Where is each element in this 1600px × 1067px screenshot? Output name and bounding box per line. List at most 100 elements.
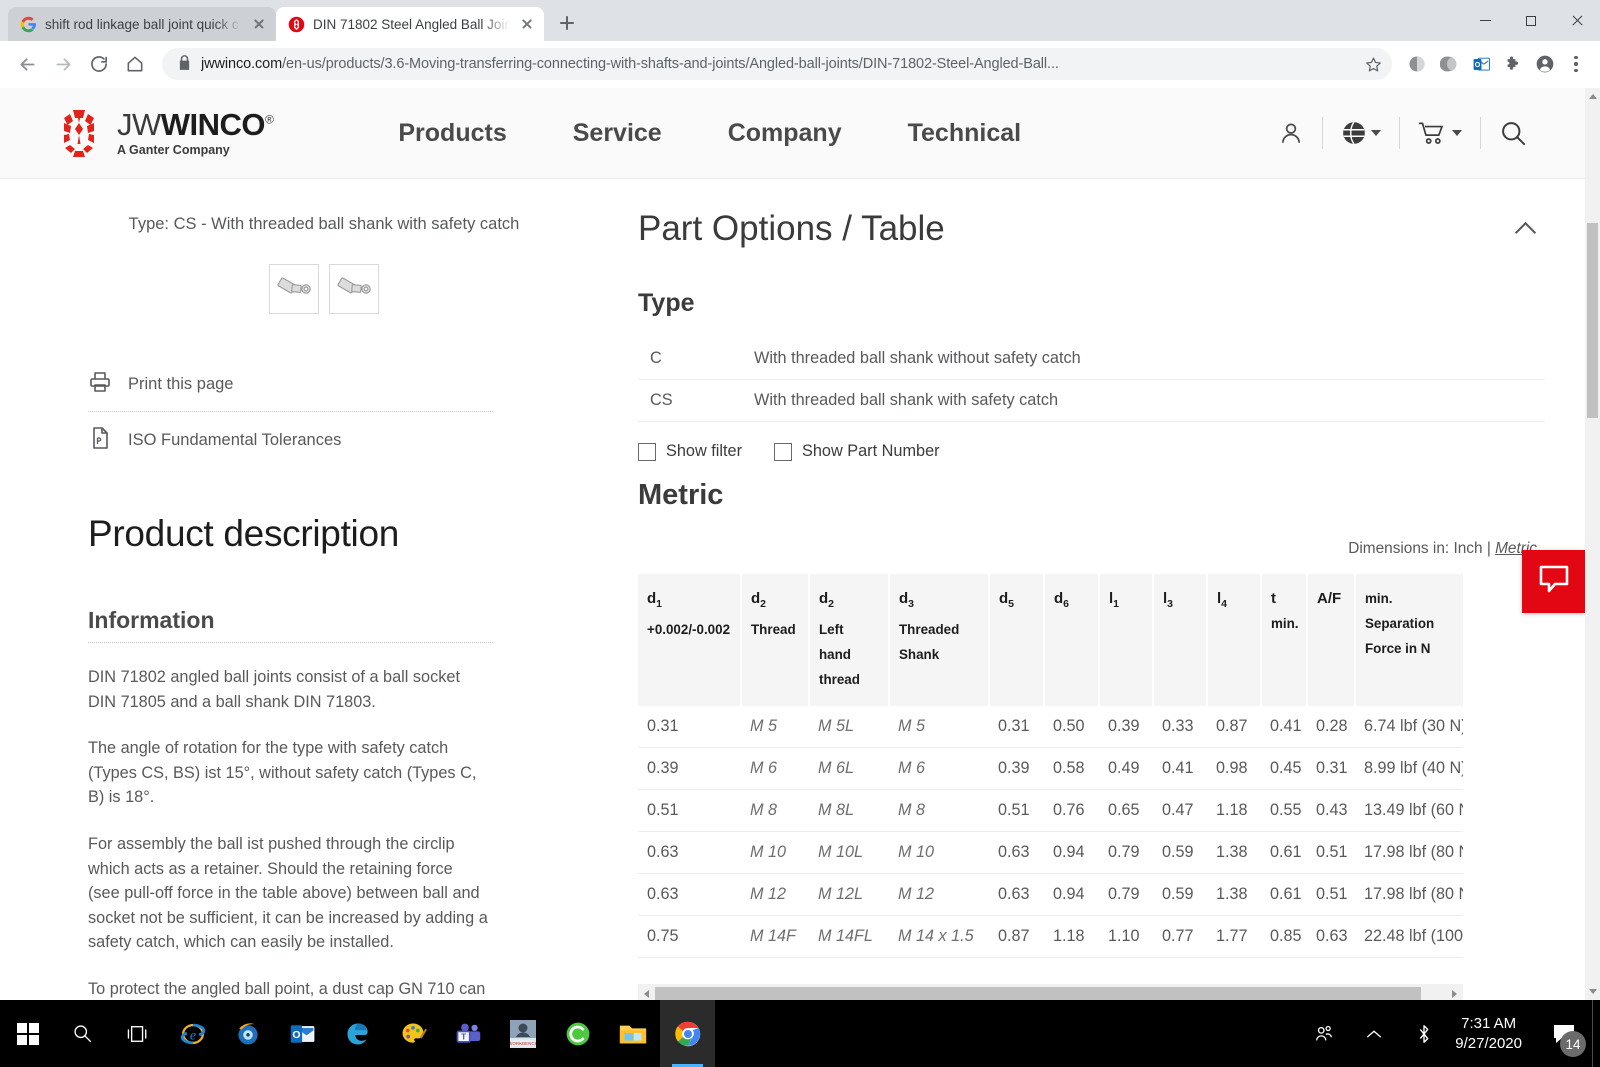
ball-joint-thumb-1[interactable] xyxy=(269,264,319,314)
task-view-icon[interactable] xyxy=(110,1000,165,1067)
table-column-header: tmin. xyxy=(1261,574,1307,706)
address-bar[interactable]: jwwinco.com/en-us/products/3.6-Moving-tr… xyxy=(162,48,1392,80)
scrollbar-thumb[interactable] xyxy=(655,987,1421,1001)
type-code: CS xyxy=(638,391,754,410)
back-arrow-icon[interactable] xyxy=(10,47,44,81)
header-symbol: d1 xyxy=(647,590,662,607)
scroll-left-arrow-icon[interactable] xyxy=(638,984,655,1000)
svg-text:O: O xyxy=(292,1028,300,1040)
ball-joint-thumb-2[interactable] xyxy=(329,264,379,314)
jwwinco-logo-text: JWWINCO® A Ganter Company xyxy=(117,109,273,157)
nav-item-service[interactable]: Service xyxy=(540,119,695,148)
file-explorer-icon[interactable] xyxy=(605,1000,660,1067)
show-hidden-icons-icon[interactable] xyxy=(1349,1000,1399,1067)
table-cell: 6.74 lbf (30 N) xyxy=(1355,706,1463,748)
home-icon[interactable] xyxy=(118,47,152,81)
cart-icon[interactable] xyxy=(1399,117,1480,149)
app-icon[interactable]: WORKBENCH xyxy=(495,1000,550,1067)
globe-icon[interactable] xyxy=(1322,117,1399,149)
page-scrollbar[interactable] xyxy=(1585,88,1600,1000)
nav-item-technical[interactable]: Technical xyxy=(875,119,1054,148)
show-filter-label: Show filter xyxy=(666,442,742,461)
close-icon[interactable] xyxy=(250,15,268,33)
show-part-number-checkbox[interactable] xyxy=(774,443,792,461)
people-icon[interactable] xyxy=(1299,1000,1349,1067)
teams-icon[interactable]: T xyxy=(440,1000,495,1067)
header-subtext: min. xyxy=(1365,586,1463,611)
puzzle-icon[interactable] xyxy=(1498,49,1528,79)
close-icon[interactable] xyxy=(518,15,536,33)
show-filter-checkbox[interactable] xyxy=(638,443,656,461)
header-subtext: +0.002/-0.002 xyxy=(647,617,731,642)
web-page: JWWINCO® A Ganter Company Products Servi… xyxy=(0,88,1585,1000)
minimize-button[interactable] xyxy=(1462,0,1508,41)
reload-icon[interactable] xyxy=(82,47,116,81)
browser-tab-1[interactable]: shift rod linkage ball joint quick c xyxy=(8,7,276,41)
windows-start-icon[interactable] xyxy=(0,1000,55,1067)
browser-tab-2[interactable]: DIN 71802 Steel Angled Ball Join xyxy=(276,7,544,41)
header-symbol: d6 xyxy=(1054,590,1069,607)
page-content: Type: CS - With threaded ball shank with… xyxy=(0,179,1585,1000)
table-column-header: d2Left handthread xyxy=(809,574,889,706)
chrome-icon[interactable] xyxy=(660,1000,715,1067)
scroll-up-arrow-icon[interactable] xyxy=(1585,88,1600,105)
chat-widget-button[interactable] xyxy=(1522,550,1585,613)
account-icon[interactable] xyxy=(1530,49,1560,79)
table-cell: 0.41 xyxy=(1153,748,1207,790)
scroll-right-arrow-icon[interactable] xyxy=(1446,984,1463,1000)
left-column: Type: CS - With threaded ball shank with… xyxy=(0,179,620,1000)
table-cell: 0.87 xyxy=(1207,706,1261,748)
profile-circle-icon[interactable] xyxy=(1402,49,1432,79)
c-app-icon[interactable] xyxy=(550,1000,605,1067)
table-cell: 1.38 xyxy=(1207,874,1261,916)
outlook-icon[interactable]: O xyxy=(275,1000,330,1067)
iso-tolerances-link[interactable]: ISO Fundamental Tolerances xyxy=(88,412,560,467)
header-symbol: d2 xyxy=(751,590,766,607)
kebab-menu-icon[interactable] xyxy=(1562,47,1590,81)
chevron-up-icon[interactable] xyxy=(1515,218,1537,240)
table-cell: 0.85 xyxy=(1261,916,1307,958)
jwwinco-icon xyxy=(288,16,305,33)
product-description-heading: Product description xyxy=(88,513,560,555)
dimensions-note: Dimensions in: Inch | Metric xyxy=(638,540,1545,558)
bluetooth-icon[interactable] xyxy=(1399,1000,1449,1067)
notification-icon[interactable]: 14 xyxy=(1536,1000,1592,1067)
table-cell: M 6 xyxy=(741,748,809,790)
url-domain: jwwinco.com xyxy=(201,56,282,72)
nav-item-products[interactable]: Products xyxy=(365,119,539,148)
dimensions-unit-inch[interactable]: Inch xyxy=(1453,540,1482,557)
table-cell: 0.49 xyxy=(1099,748,1153,790)
table-cell: 0.39 xyxy=(989,748,1044,790)
table-cell: 1.77 xyxy=(1207,916,1261,958)
table-cell: 0.33 xyxy=(1153,706,1207,748)
table-horizontal-scrollbar[interactable] xyxy=(638,984,1463,1000)
outlook-icon[interactable]: O xyxy=(1466,49,1496,79)
new-tab-button[interactable] xyxy=(552,8,582,38)
forward-arrow-icon[interactable] xyxy=(46,47,80,81)
header-subtext: Shank xyxy=(899,642,979,667)
search-icon[interactable] xyxy=(55,1000,110,1067)
internet-explorer-icon[interactable]: e xyxy=(165,1000,220,1067)
scrollbar-thumb[interactable] xyxy=(1587,223,1598,418)
show-desktop-button[interactable] xyxy=(1592,1000,1600,1067)
star-icon[interactable] xyxy=(1360,51,1386,77)
table-cell: M 5 xyxy=(889,706,989,748)
media-player-icon[interactable] xyxy=(220,1000,275,1067)
table-cell: 0.28 xyxy=(1307,706,1355,748)
paint-icon[interactable] xyxy=(385,1000,440,1067)
part-options-header[interactable]: Part Options / Table xyxy=(638,209,1545,249)
header-subtext: Left hand xyxy=(819,617,879,667)
taskbar-clock[interactable]: 7:31 AM 9/27/2020 xyxy=(1449,1014,1536,1054)
maximize-button[interactable] xyxy=(1508,0,1554,41)
scroll-down-arrow-icon[interactable] xyxy=(1585,983,1600,1000)
search-icon[interactable] xyxy=(1480,117,1545,149)
crescent-icon[interactable] xyxy=(1434,49,1464,79)
nav-item-company[interactable]: Company xyxy=(695,119,875,148)
jwwinco-logo[interactable]: JWWINCO® A Ganter Company xyxy=(55,107,273,159)
account-icon[interactable] xyxy=(1260,117,1322,149)
type-heading: Type xyxy=(638,289,1545,318)
close-window-button[interactable] xyxy=(1554,0,1600,41)
edge-legacy-icon[interactable] xyxy=(330,1000,385,1067)
print-page-link[interactable]: Print this page xyxy=(88,356,560,411)
type-options-table: C With threaded ball shank without safet… xyxy=(638,338,1545,422)
